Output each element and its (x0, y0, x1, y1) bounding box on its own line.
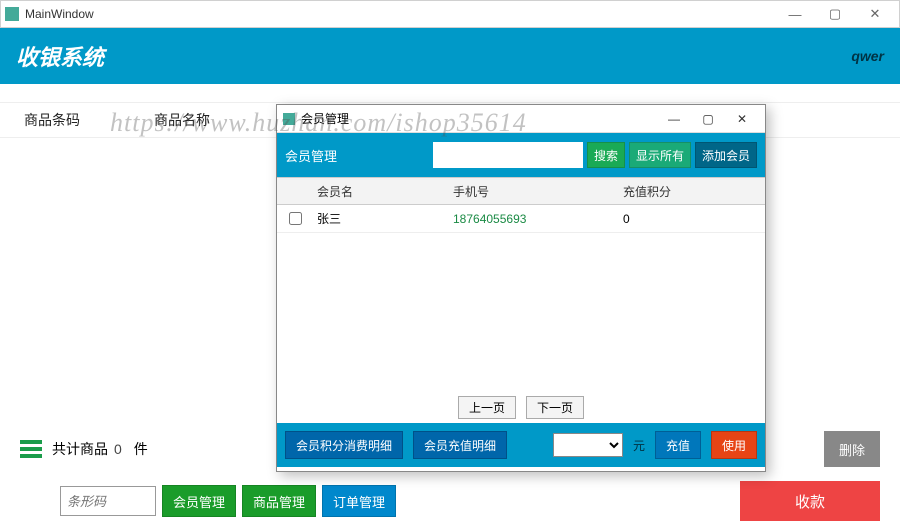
dialog-titlebar: 会员管理 — ▢ ✕ (277, 105, 765, 133)
window-title: MainWindow (25, 7, 94, 21)
th-member-points: 充值积分 (623, 183, 765, 200)
th-member-name: 会员名 (313, 183, 453, 200)
dialog-actions: 会员积分消费明细 会员充值明细 元 充值 使用 (277, 423, 765, 467)
dialog-icon (283, 113, 295, 125)
cell-member-phone: 18764055693 (453, 212, 623, 226)
member-manage-button[interactable]: 会员管理 (162, 485, 236, 517)
cell-member-name: 张三 (313, 210, 453, 227)
show-all-button[interactable]: 显示所有 (629, 142, 691, 168)
points-consume-detail-button[interactable]: 会员积分消费明细 (285, 431, 403, 459)
dialog-close-button[interactable]: ✕ (725, 107, 759, 131)
dialog-toolbar-label: 会员管理 (285, 146, 337, 165)
totals-value: 0 (114, 441, 122, 457)
prev-page-button[interactable]: 上一页 (458, 396, 516, 419)
footer-bar: 会员管理 商品管理 订单管理 收款 (60, 481, 880, 521)
member-table-body: 张三 18764055693 0 (277, 205, 765, 391)
col-barcode: 商品条码 (24, 110, 154, 130)
dialog-title: 会员管理 (301, 110, 349, 127)
pager: 上一页 下一页 (277, 391, 765, 423)
barcode-input[interactable] (60, 486, 156, 516)
app-icon (5, 7, 19, 21)
recharge-detail-button[interactable]: 会员充值明细 (413, 431, 507, 459)
search-button[interactable]: 搜索 (587, 142, 625, 168)
member-table-header: 会员名 手机号 充值积分 (277, 177, 765, 205)
recharge-button[interactable]: 充值 (655, 431, 701, 459)
close-button[interactable]: ✕ (855, 1, 895, 27)
product-manage-button[interactable]: 商品管理 (242, 485, 316, 517)
th-member-phone: 手机号 (453, 183, 623, 200)
checkout-button[interactable]: 收款 (740, 481, 880, 521)
totals-unit: 件 (134, 439, 148, 459)
add-member-button[interactable]: 添加会员 (695, 142, 757, 168)
order-manage-button[interactable]: 订单管理 (322, 485, 396, 517)
row-checkbox[interactable] (289, 212, 302, 225)
dialog-minimize-button[interactable]: — (657, 107, 691, 131)
next-page-button[interactable]: 下一页 (526, 396, 584, 419)
table-row[interactable]: 张三 18764055693 0 (277, 205, 765, 233)
brand-title: 收银系统 (16, 40, 104, 72)
amount-select[interactable] (553, 433, 623, 457)
dialog-toolbar: 会员管理 搜索 显示所有 添加会员 (277, 133, 765, 177)
delete-button[interactable]: 删除 (824, 431, 880, 467)
use-button[interactable]: 使用 (711, 431, 757, 459)
main-titlebar: MainWindow — ▢ ✕ (0, 0, 900, 28)
minimize-button[interactable]: — (775, 1, 815, 27)
member-search-input[interactable] (433, 142, 583, 168)
member-dialog: 会员管理 — ▢ ✕ 会员管理 搜索 显示所有 添加会员 会员名 手机号 充值积… (276, 104, 766, 472)
stack-icon (20, 440, 42, 458)
cell-member-points: 0 (623, 212, 765, 226)
brand-bar: 收银系统 qwer (0, 28, 900, 84)
dialog-maximize-button[interactable]: ▢ (691, 107, 725, 131)
current-user-label: qwer (851, 48, 884, 64)
totals-label: 共计商品 (52, 439, 108, 459)
maximize-button[interactable]: ▢ (815, 1, 855, 27)
currency-label: 元 (633, 437, 645, 454)
